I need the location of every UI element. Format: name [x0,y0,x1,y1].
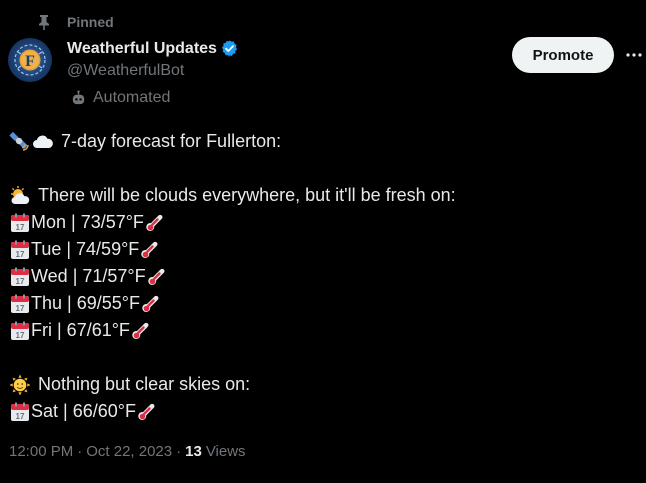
forecast-day: Tue [31,239,62,259]
forecast-row: 17 Wed | 71/57°F [9,263,456,290]
clear-intro-line: Nothing but clear skies on: [9,371,456,398]
svg-text:17: 17 [16,304,25,313]
forecast-temps: | 69/55°F [67,293,140,313]
thermometer-icon [132,322,149,339]
sun-with-face-icon [9,374,31,395]
satellite-icon [9,131,29,151]
views-count[interactable]: 13 [185,443,202,460]
thermometer-icon [142,295,159,312]
bot-icon [72,89,85,104]
meta-separator: · [77,443,83,460]
thermometer-icon [146,214,163,231]
sun-behind-cloud-icon [11,185,30,204]
forecast-temps: | 71/57°F [72,266,146,286]
svg-text:17: 17 [16,412,25,421]
headline-text: 7-day forecast for Fullerton: [61,131,282,151]
pinned-label: Pinned [67,14,114,30]
more-horizontal-icon[interactable] [625,45,643,65]
forecast-temps: | 73/57°F [71,212,144,232]
author-name-row[interactable]: Weatherful Updates [67,39,239,58]
svg-text:17: 17 [16,277,25,286]
forecast-row: 17 Sat | 66/60°F [9,398,456,425]
forecast-row: 17 Thu | 69/55°F [9,290,456,317]
author-handle[interactable]: @WeatherfulBot [67,62,184,80]
author-name[interactable]: Weatherful Updates [67,40,217,58]
calendar-icon: 17 [11,294,29,313]
automated-text[interactable]: Automated [93,89,170,107]
svg-text:17: 17 [16,250,25,259]
tweet-text: 7-day forecast for Fullerton: There will… [9,128,456,425]
tweet-meta: 12:00 PM · Oct 22, 2023 · 13 Views [9,443,246,460]
calendar-icon: 17 [11,321,29,340]
cloudy-intro-text: There will be clouds everywhere, but it'… [38,185,456,205]
tweet-date[interactable]: Oct 22, 2023 [86,443,172,460]
forecast-temps: | 74/59°F [66,239,140,259]
pin-icon [39,15,49,30]
forecast-day: Sat [31,401,59,421]
forecast-temps: | 66/60°F [63,401,136,421]
calendar-icon: 17 [11,240,29,259]
forecast-day: Wed [31,266,68,286]
cloudy-intro-line: There will be clouds everywhere, but it'… [9,182,456,209]
promote-button[interactable]: Promote [512,37,614,73]
avatar-logo-icon: F [14,44,46,76]
calendar-icon: 17 [11,267,29,286]
forecast-row: 17 Tue | 74/59°F [9,236,456,263]
svg-text:17: 17 [16,223,25,232]
forecast-day: Thu [31,293,63,313]
svg-text:17: 17 [16,331,25,340]
calendar-icon: 17 [11,213,29,232]
meta-separator: · [176,443,182,460]
tweet-card: Pinned F Weatherful Updates @WeatherfulB… [0,0,646,483]
clear-intro-text: Nothing but clear skies on: [38,374,251,394]
avatar-letter: F [25,53,35,70]
verified-badge-icon[interactable] [220,39,239,58]
thermometer-icon [138,403,155,420]
calendar-icon: 17 [11,402,29,421]
forecast-day: Mon [31,212,67,232]
thermometer-icon [141,241,158,258]
headline-line: 7-day forecast for Fullerton: [9,128,456,155]
tweet-time[interactable]: 12:00 PM [9,443,73,460]
avatar[interactable]: F [8,38,52,82]
forecast-row: 17 Fri | 67/61°F [9,317,456,344]
automated-label[interactable]: Automated [70,89,170,107]
pinned-indicator: Pinned [37,14,114,30]
forecast-row: 17 Mon | 73/57°F [9,209,456,236]
forecast-temps: | 67/61°F [57,320,130,340]
views-label[interactable]: Views [206,443,246,460]
forecast-day: Fri [31,320,52,340]
thermometer-icon [147,268,165,285]
cloud-icon [33,135,53,148]
